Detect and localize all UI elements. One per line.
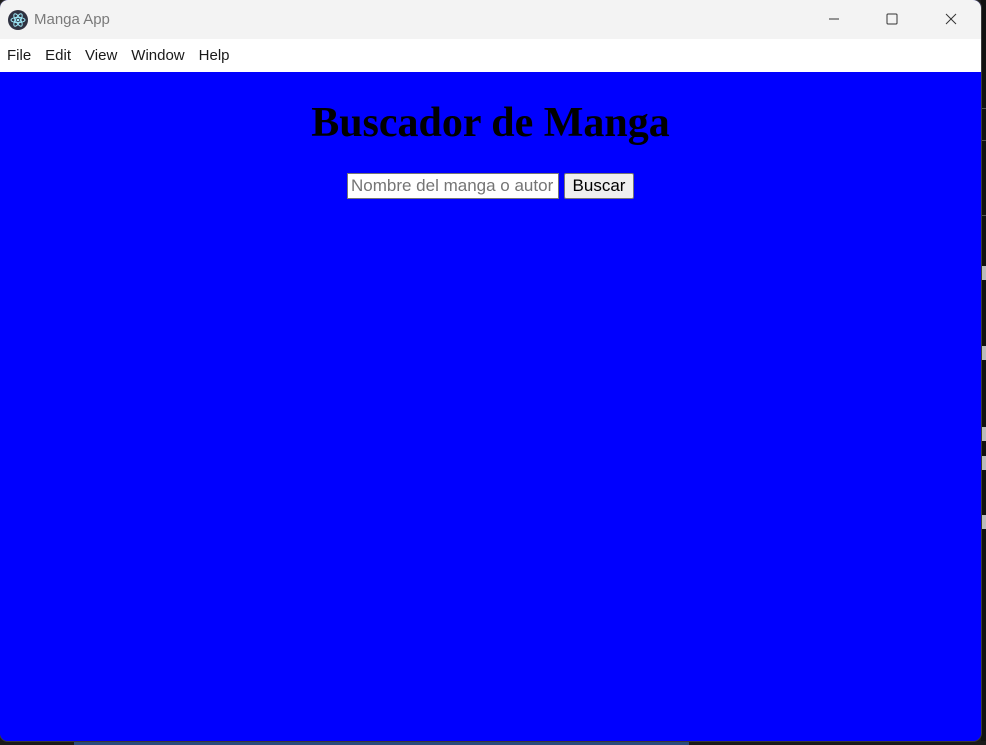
menu-view[interactable]: View: [78, 39, 124, 72]
search-input[interactable]: [347, 173, 559, 199]
window-title: Manga App: [34, 11, 110, 28]
menu-edit[interactable]: Edit: [38, 39, 78, 72]
title-bar[interactable]: Manga App: [0, 0, 981, 39]
electron-app-icon: [8, 10, 28, 30]
minimize-icon: [828, 10, 840, 29]
close-button[interactable]: [922, 0, 980, 39]
search-form: Buscar: [347, 173, 634, 199]
page-title: Buscador de Manga: [311, 100, 670, 146]
desktop-background-edge: [981, 0, 986, 745]
taskbar-edge: [0, 741, 986, 745]
search-button[interactable]: Buscar: [564, 173, 634, 199]
menu-help[interactable]: Help: [192, 39, 237, 72]
app-window: Manga App File Edit View Window Help Bus…: [0, 0, 981, 741]
menu-file[interactable]: File: [0, 39, 38, 72]
menu-window[interactable]: Window: [124, 39, 191, 72]
menu-bar: File Edit View Window Help: [0, 39, 981, 72]
maximize-button[interactable]: [863, 0, 921, 39]
main-content: Buscador de Manga Buscar: [0, 72, 981, 741]
minimize-button[interactable]: [805, 0, 863, 39]
close-icon: [945, 10, 957, 29]
maximize-icon: [886, 10, 898, 29]
